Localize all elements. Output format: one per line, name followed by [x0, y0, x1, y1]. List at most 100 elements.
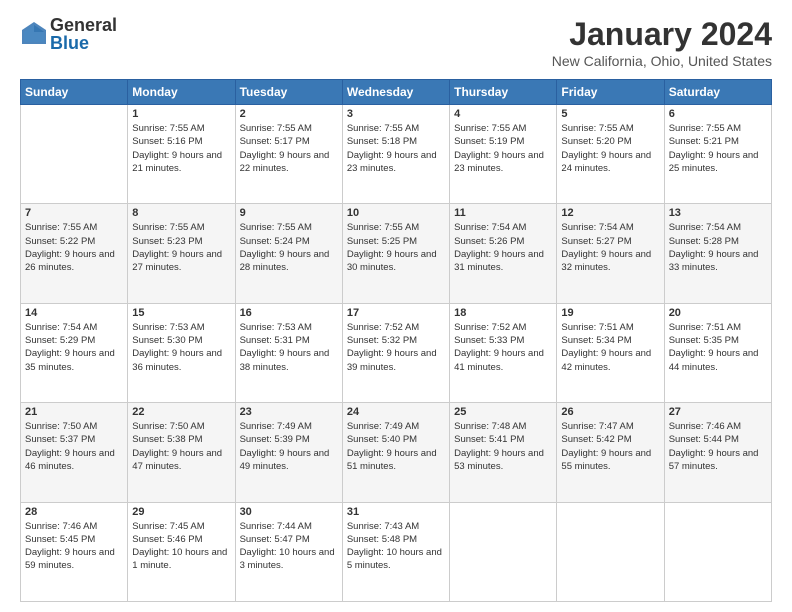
calendar-title: January 2024 — [552, 16, 772, 53]
day-info: Sunrise: 7:54 AM Sunset: 5:28 PM Dayligh… — [669, 221, 767, 274]
day-number: 13 — [669, 207, 767, 219]
calendar-cell: 14Sunrise: 7:54 AM Sunset: 5:29 PM Dayli… — [21, 303, 128, 402]
calendar-cell: 12 Sunrise: 7:54 AM Sunset: 5:27 PM Dayli… — [557, 204, 664, 303]
calendar-cell: 24 Sunrise: 7:49 AM Sunset: 5:40 PM Dayli… — [342, 403, 449, 502]
day-number: 20 — [669, 307, 767, 319]
calendar-cell: 16Sunrise: 7:53 AM Sunset: 5:31 PM Dayli… — [235, 303, 342, 402]
calendar-cell — [664, 502, 771, 601]
day-number: 12 — [561, 207, 659, 219]
calendar-cell: 25Sunrise: 7:48 AM Sunset: 5:41 PM Dayli… — [450, 403, 557, 502]
calendar-week-3: 21 Sunrise: 7:50 AM Sunset: 5:37 PM Dayli… — [21, 403, 772, 502]
header-row: Sunday Monday Tuesday Wednesday Thursday… — [21, 80, 772, 105]
calendar-cell: 27 Sunrise: 7:46 AM Sunset: 5:44 PM Dayli… — [664, 403, 771, 502]
day-number: 5 — [561, 108, 659, 120]
calendar-cell: 22 Sunrise: 7:50 AM Sunset: 5:38 PM Dayli… — [128, 403, 235, 502]
day-info: Sunrise: 7:51 AM Sunset: 5:35 PM Dayligh… — [669, 321, 767, 374]
day-info: Sunrise: 7:55 AM Sunset: 5:16 PM Dayligh… — [132, 122, 230, 175]
calendar-cell: 20 Sunrise: 7:51 AM Sunset: 5:35 PM Dayli… — [664, 303, 771, 402]
calendar-page: General Blue January 2024 New California… — [0, 0, 792, 612]
header-thursday: Thursday — [450, 80, 557, 105]
header-sunday: Sunday — [21, 80, 128, 105]
calendar-week-1: 7Sunrise: 7:55 AM Sunset: 5:22 PM Daylig… — [21, 204, 772, 303]
day-info: Sunrise: 7:55 AM Sunset: 5:18 PM Dayligh… — [347, 122, 445, 175]
day-number: 2 — [240, 108, 338, 120]
day-info: Sunrise: 7:55 AM Sunset: 5:20 PM Dayligh… — [561, 122, 659, 175]
title-block: January 2024 New California, Ohio, Unite… — [552, 16, 772, 69]
day-info: Sunrise: 7:55 AM Sunset: 5:25 PM Dayligh… — [347, 221, 445, 274]
day-number: 11 — [454, 207, 552, 219]
day-info: Sunrise: 7:47 AM Sunset: 5:42 PM Dayligh… — [561, 420, 659, 473]
header-wednesday: Wednesday — [342, 80, 449, 105]
calendar-subtitle: New California, Ohio, United States — [552, 53, 772, 69]
calendar-cell: 7Sunrise: 7:55 AM Sunset: 5:22 PM Daylig… — [21, 204, 128, 303]
calendar-cell: 1 Sunrise: 7:55 AM Sunset: 5:16 PM Daylig… — [128, 105, 235, 204]
logo: General Blue — [20, 16, 117, 52]
day-info: Sunrise: 7:53 AM Sunset: 5:30 PM Dayligh… — [132, 321, 230, 374]
calendar-cell: 28 Sunrise: 7:46 AM Sunset: 5:45 PM Dayli… — [21, 502, 128, 601]
day-number: 4 — [454, 108, 552, 120]
calendar-cell: 2 Sunrise: 7:55 AM Sunset: 5:17 PM Daylig… — [235, 105, 342, 204]
calendar-cell: 6Sunrise: 7:55 AM Sunset: 5:21 PM Daylig… — [664, 105, 771, 204]
logo-icon — [20, 20, 48, 48]
calendar-week-2: 14Sunrise: 7:54 AM Sunset: 5:29 PM Dayli… — [21, 303, 772, 402]
day-info: Sunrise: 7:54 AM Sunset: 5:27 PM Dayligh… — [561, 221, 659, 274]
calendar-cell: 18Sunrise: 7:52 AM Sunset: 5:33 PM Dayli… — [450, 303, 557, 402]
day-number: 22 — [132, 406, 230, 418]
calendar-cell: 21 Sunrise: 7:50 AM Sunset: 5:37 PM Dayli… — [21, 403, 128, 502]
day-number: 28 — [25, 506, 123, 518]
day-number: 23 — [240, 406, 338, 418]
calendar-cell: 31Sunrise: 7:43 AM Sunset: 5:48 PM Dayli… — [342, 502, 449, 601]
logo-blue-text: Blue — [50, 34, 117, 52]
day-number: 25 — [454, 406, 552, 418]
day-info: Sunrise: 7:50 AM Sunset: 5:38 PM Dayligh… — [132, 420, 230, 473]
day-number: 9 — [240, 207, 338, 219]
day-number: 24 — [347, 406, 445, 418]
day-info: Sunrise: 7:55 AM Sunset: 5:24 PM Dayligh… — [240, 221, 338, 274]
day-number: 10 — [347, 207, 445, 219]
day-info: Sunrise: 7:55 AM Sunset: 5:19 PM Dayligh… — [454, 122, 552, 175]
header-saturday: Saturday — [664, 80, 771, 105]
day-number: 17 — [347, 307, 445, 319]
day-info: Sunrise: 7:49 AM Sunset: 5:40 PM Dayligh… — [347, 420, 445, 473]
day-number: 14 — [25, 307, 123, 319]
day-info: Sunrise: 7:55 AM Sunset: 5:23 PM Dayligh… — [132, 221, 230, 274]
day-number: 29 — [132, 506, 230, 518]
day-info: Sunrise: 7:54 AM Sunset: 5:26 PM Dayligh… — [454, 221, 552, 274]
day-number: 15 — [132, 307, 230, 319]
day-number: 8 — [132, 207, 230, 219]
logo-general-text: General — [50, 16, 117, 34]
day-info: Sunrise: 7:44 AM Sunset: 5:47 PM Dayligh… — [240, 520, 338, 573]
calendar-cell: 5 Sunrise: 7:55 AM Sunset: 5:20 PM Daylig… — [557, 105, 664, 204]
calendar-week-4: 28 Sunrise: 7:46 AM Sunset: 5:45 PM Dayli… — [21, 502, 772, 601]
day-number: 27 — [669, 406, 767, 418]
day-info: Sunrise: 7:49 AM Sunset: 5:39 PM Dayligh… — [240, 420, 338, 473]
header-tuesday: Tuesday — [235, 80, 342, 105]
day-info: Sunrise: 7:46 AM Sunset: 5:45 PM Dayligh… — [25, 520, 123, 573]
calendar-cell: 8 Sunrise: 7:55 AM Sunset: 5:23 PM Daylig… — [128, 204, 235, 303]
calendar-cell: 30 Sunrise: 7:44 AM Sunset: 5:47 PM Dayli… — [235, 502, 342, 601]
day-number: 1 — [132, 108, 230, 120]
logo-text: General Blue — [50, 16, 117, 52]
day-info: Sunrise: 7:46 AM Sunset: 5:44 PM Dayligh… — [669, 420, 767, 473]
header-monday: Monday — [128, 80, 235, 105]
day-info: Sunrise: 7:51 AM Sunset: 5:34 PM Dayligh… — [561, 321, 659, 374]
day-number: 6 — [669, 108, 767, 120]
calendar-cell: 4 Sunrise: 7:55 AM Sunset: 5:19 PM Daylig… — [450, 105, 557, 204]
day-number: 3 — [347, 108, 445, 120]
calendar-cell: 15 Sunrise: 7:53 AM Sunset: 5:30 PM Dayli… — [128, 303, 235, 402]
day-number: 19 — [561, 307, 659, 319]
day-number: 26 — [561, 406, 659, 418]
day-info: Sunrise: 7:52 AM Sunset: 5:32 PM Dayligh… — [347, 321, 445, 374]
day-info: Sunrise: 7:55 AM Sunset: 5:17 PM Dayligh… — [240, 122, 338, 175]
calendar-cell: 29 Sunrise: 7:45 AM Sunset: 5:46 PM Dayli… — [128, 502, 235, 601]
day-info: Sunrise: 7:50 AM Sunset: 5:37 PM Dayligh… — [25, 420, 123, 473]
header: General Blue January 2024 New California… — [20, 16, 772, 69]
day-info: Sunrise: 7:45 AM Sunset: 5:46 PM Dayligh… — [132, 520, 230, 573]
calendar-cell — [450, 502, 557, 601]
calendar-table: Sunday Monday Tuesday Wednesday Thursday… — [20, 79, 772, 602]
calendar-cell: 10 Sunrise: 7:55 AM Sunset: 5:25 PM Dayli… — [342, 204, 449, 303]
calendar-cell: 23 Sunrise: 7:49 AM Sunset: 5:39 PM Dayli… — [235, 403, 342, 502]
day-number: 30 — [240, 506, 338, 518]
day-info: Sunrise: 7:52 AM Sunset: 5:33 PM Dayligh… — [454, 321, 552, 374]
day-number: 21 — [25, 406, 123, 418]
